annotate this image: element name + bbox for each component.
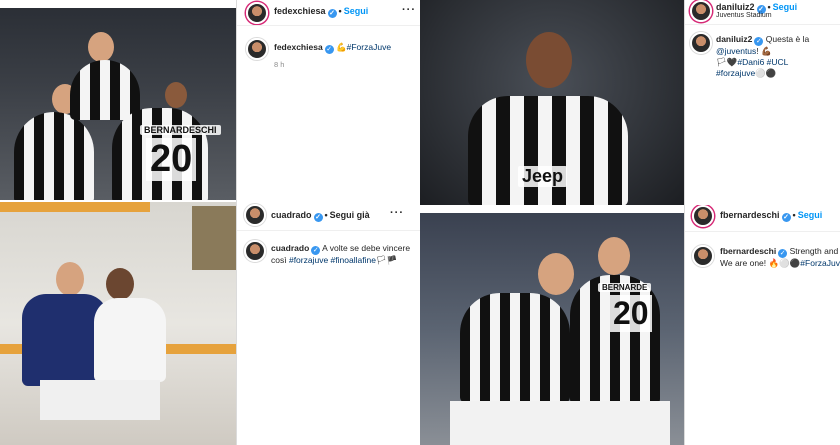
post-caption: daniluiz2 ✓ Questa è la @juventus! 💪🏾 🏳🖤#… — [716, 34, 810, 78]
jersey-number: 20 — [610, 295, 652, 332]
post-caption: cuadrado ✓ A volte se debe vincere così #… — [271, 243, 411, 265]
post-username[interactable]: fbernardeschi ✓ • Segui — [720, 210, 822, 222]
post-location[interactable]: Juventus Stadium — [716, 12, 772, 19]
post-username[interactable]: cuadrado ✓ • Segui già — [271, 210, 370, 222]
post-fedexchiesa: BERNARDESCHI 20 fedexchiesa ✓ • Segui ··· f… — [0, 0, 420, 200]
jersey — [460, 293, 570, 403]
more-options-icon[interactable]: ··· — [402, 4, 416, 16]
follow-button[interactable]: Segui — [773, 2, 798, 12]
avatar[interactable] — [244, 240, 266, 262]
post-daniluiz2: Jeep daniluiz2 ✓ • Segui Juventus Stadium d… — [420, 0, 840, 205]
avatar[interactable] — [692, 205, 714, 227]
avatar[interactable] — [246, 2, 268, 24]
following-button[interactable]: Segui già — [330, 210, 370, 220]
player-head — [106, 268, 134, 300]
header-divider — [685, 231, 840, 232]
panel-divider — [236, 200, 237, 445]
more-options-icon[interactable]: ··· — [390, 207, 404, 219]
verified-badge-icon: ✓ — [313, 213, 323, 222]
verified-badge-icon: ✓ — [778, 249, 788, 258]
shorts — [450, 401, 670, 445]
jersey-sponsor: Jeep — [518, 166, 568, 187]
post-photo-celebration[interactable]: BERNARDESCHI 20 — [0, 8, 236, 200]
post-photo-danilo[interactable]: Jeep — [420, 0, 684, 205]
avatar[interactable] — [692, 245, 714, 267]
post-cuadrado: cuadrado ✓ • Segui già ··· cuadrado ✓ A volt… — [0, 200, 420, 445]
hashtag-link[interactable]: #ForzaJuve — [800, 258, 840, 268]
post-caption: fbernardeschi ✓ Strength and g We are one… — [720, 246, 840, 269]
follow-button[interactable]: Segui — [798, 210, 823, 220]
post-caption: fedexchiesa ✓ 💪#ForzaJuve — [274, 42, 392, 54]
avatar[interactable] — [246, 38, 268, 60]
post-username[interactable]: fedexchiesa ✓ • Segui — [274, 6, 368, 18]
post-fbernardeschi: BERNARDE 20 fbernardeschi ✓ • Segui fbernar… — [420, 205, 840, 445]
shorts — [40, 380, 160, 420]
mention-link[interactable]: @juventus — [716, 46, 756, 56]
verified-badge-icon: ✓ — [754, 37, 764, 46]
panel-divider — [684, 205, 685, 445]
verified-badge-icon: ✓ — [781, 213, 791, 222]
jersey-name: BERNARDE — [598, 283, 652, 292]
verified-badge-icon: ✓ — [324, 45, 334, 54]
panel-divider — [236, 0, 237, 200]
player-head — [526, 32, 572, 88]
hashtag-link[interactable]: #forzajuve #finoallafine — [289, 255, 376, 265]
avatar[interactable] — [690, 0, 712, 22]
header-divider — [237, 230, 420, 231]
locker-shelf — [0, 202, 150, 212]
player-head — [56, 262, 84, 296]
post-time: 8 h — [274, 60, 285, 69]
avatar[interactable] — [690, 32, 712, 54]
follow-button[interactable]: Segui — [344, 6, 369, 16]
jersey — [468, 96, 628, 205]
avatar[interactable] — [244, 204, 266, 226]
jersey-number: 20 — [146, 138, 197, 181]
jersey — [14, 112, 94, 200]
header-divider — [237, 25, 420, 26]
post-photo-hug[interactable]: BERNARDE 20 — [420, 213, 684, 445]
jersey — [70, 60, 140, 120]
player-head — [88, 32, 114, 62]
jersey-name: BERNARDESCHI — [140, 125, 221, 135]
hashtag-link[interactable]: #ForzaJuve — [347, 42, 391, 52]
player-head — [598, 237, 630, 275]
player-head — [538, 253, 574, 295]
post-photo-locker-room[interactable] — [0, 202, 236, 445]
shirt-white — [94, 298, 166, 382]
player-head — [165, 82, 187, 108]
wall-poster — [192, 206, 236, 270]
header-divider — [685, 24, 840, 25]
verified-badge-icon: ✓ — [311, 246, 321, 255]
verified-badge-icon: ✓ — [327, 9, 337, 18]
panel-divider — [684, 0, 685, 205]
